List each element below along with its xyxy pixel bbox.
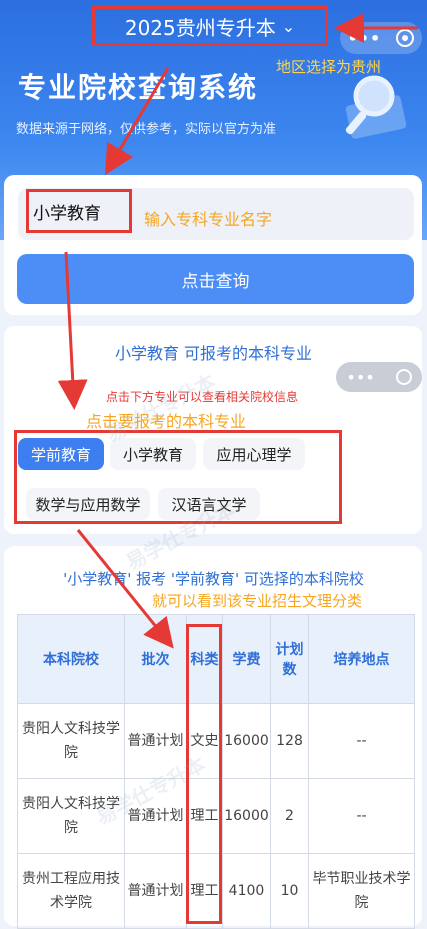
annotation-arrows	[57, 13, 418, 649]
